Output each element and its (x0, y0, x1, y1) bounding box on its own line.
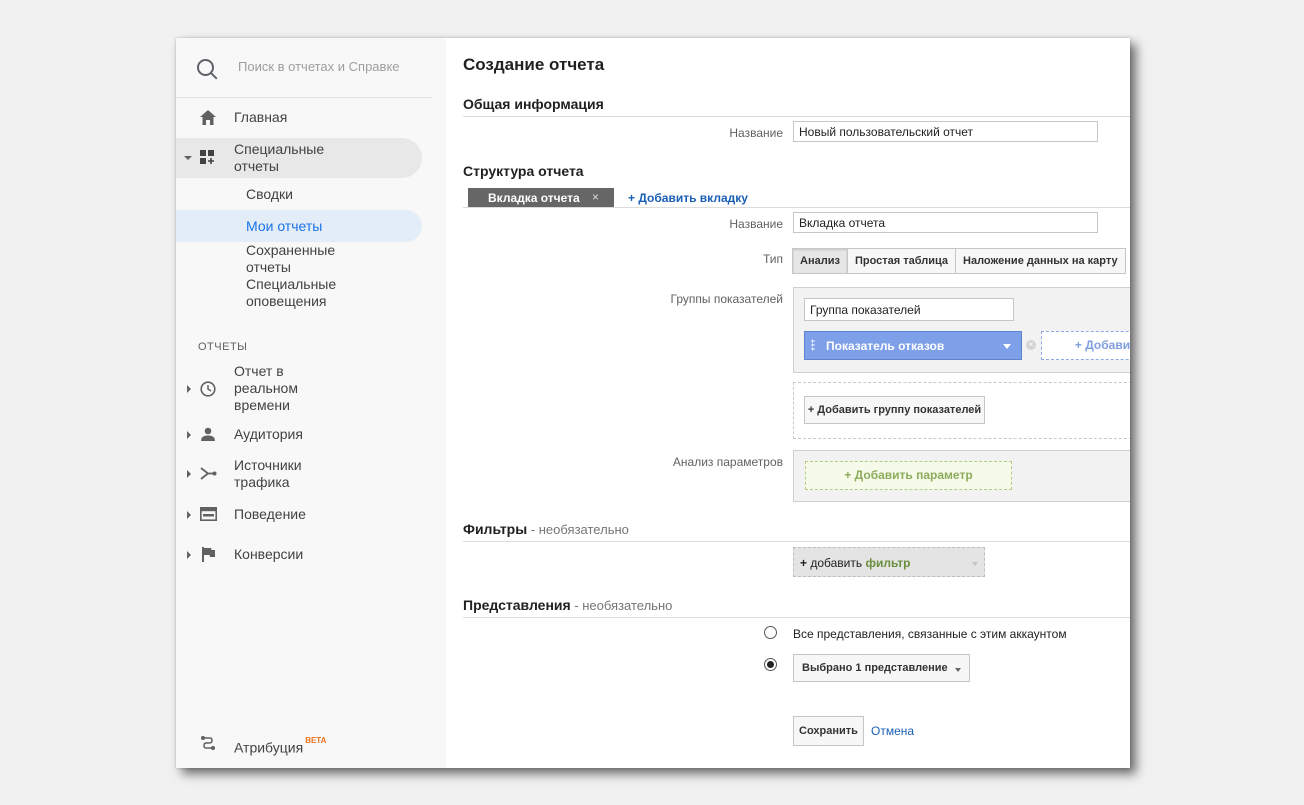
sidebar-item-conversions[interactable]: Конверсии (176, 545, 422, 565)
divider (463, 617, 1130, 618)
remove-icon[interactable]: × (1026, 340, 1036, 350)
sidebar-subitem-summaries[interactable]: Сводки (246, 186, 293, 203)
views-dropdown[interactable]: Выбрано 1 представление (793, 654, 970, 682)
sidebar-item-label: Атрибуция (234, 739, 304, 756)
reports-section-title: ОТЧЕТЫ (198, 341, 248, 353)
search-input[interactable] (238, 59, 402, 74)
views-heading: Представления - необязательно (463, 597, 672, 613)
add-metric-button[interactable]: + Добавить показатель (1041, 331, 1130, 360)
type-flat-table-button[interactable]: Простая таблица (846, 248, 957, 274)
metric-group-name-input[interactable] (804, 298, 1014, 321)
tab-name-input[interactable] (793, 212, 1098, 233)
tab-name-label: Название (729, 217, 783, 231)
add-dimension-button[interactable]: + Добавить параметр (805, 461, 1012, 490)
divider (463, 116, 1130, 117)
sidebar-item-label: Поведение (234, 506, 306, 522)
sidebar-item-custom-reports[interactable]: Специальные отчеты (176, 138, 422, 178)
chevron-right-icon (187, 551, 191, 559)
sidebar-item-label: Отчет в реальном времени (234, 363, 298, 413)
tab-report-tab[interactable]: Вкладка отчета × (468, 188, 614, 208)
filter-word: фильтр (865, 556, 911, 570)
sidebar-item-attribution[interactable]: Атрибуция BETA (176, 733, 422, 756)
person-icon (201, 427, 215, 441)
route-icon (201, 736, 215, 750)
sidebar: Главная Специальные отчеты Сводки Мои от… (176, 38, 446, 768)
sidebar-subitem-saved-reports[interactable]: Сохраненные отчеты (246, 242, 356, 276)
metric-groups-label: Группы показателей (670, 292, 783, 306)
chevron-down-icon (955, 668, 961, 672)
add-tab-link[interactable]: + Добавить вкладку (628, 191, 748, 205)
flag-icon (202, 547, 215, 562)
search-icon[interactable] (197, 59, 214, 76)
views-heading-text: Представления (463, 597, 571, 613)
radio-all-views[interactable] (764, 626, 777, 639)
app-window: Главная Специальные отчеты Сводки Мои от… (176, 38, 1130, 768)
page-title: Создание отчета (463, 55, 605, 74)
cancel-link[interactable]: Отмена (871, 724, 914, 738)
add-filter-button[interactable]: + добавить фильтр (793, 547, 985, 577)
metric-chip[interactable]: Показатель отказов (804, 331, 1022, 360)
optional-label: - необязательно (570, 598, 673, 613)
chevron-down-icon (184, 156, 192, 160)
sidebar-item-label: Главная (234, 109, 288, 125)
save-button[interactable]: Сохранить (793, 716, 864, 746)
chevron-right-icon (187, 431, 191, 439)
add-metric-group-button[interactable]: + Добавить группу показателей (804, 396, 985, 424)
divider (463, 207, 1130, 208)
radio-selected-views[interactable] (764, 658, 777, 671)
type-explorer-button[interactable]: Анализ (792, 248, 848, 274)
sidebar-item-label: Аудитория (234, 426, 303, 442)
clock-icon (200, 381, 216, 397)
sidebar-item-label: Специальные отчеты (234, 141, 325, 174)
type-map-overlay-button[interactable]: Наложение данных на карту (955, 248, 1126, 274)
optional-label: - необязательно (527, 522, 629, 537)
dashboard-add-icon (200, 150, 214, 164)
sidebar-item-behavior[interactable]: Поведение (176, 505, 422, 525)
chevron-right-icon (187, 385, 191, 393)
sidebar-item-acquisition[interactable]: Источники трафика (176, 456, 422, 492)
filters-heading-text: Фильтры (463, 521, 528, 537)
close-icon[interactable]: × (592, 190, 599, 204)
report-type-selector: Анализ Простая таблица Наложение данных … (792, 248, 1126, 274)
report-structure-heading: Структура отчета (463, 163, 584, 179)
chevron-right-icon (187, 470, 191, 478)
divider (463, 541, 1130, 542)
search-bar (176, 38, 432, 98)
type-label: Тип (762, 252, 783, 266)
dimension-drilldowns-label: Анализ параметров (672, 455, 783, 469)
add-word: добавить (810, 556, 863, 570)
sidebar-item-audience[interactable]: Аудитория (176, 425, 422, 445)
window-icon (200, 507, 217, 521)
sidebar-item-label: Конверсии (234, 546, 304, 562)
chevron-down-icon[interactable] (1003, 344, 1011, 349)
filters-heading: Фильтры - необязательно (463, 521, 629, 537)
views-dropdown-value: Выбрано 1 представление (802, 662, 948, 674)
drag-handle-icon[interactable] (811, 339, 815, 351)
chevron-down-icon (972, 562, 978, 566)
home-icon (200, 110, 216, 125)
report-name-input[interactable] (793, 121, 1098, 142)
chevron-right-icon (187, 511, 191, 519)
sidebar-item-realtime[interactable]: Отчет в реальном времени (176, 363, 422, 415)
sidebar-subitem-my-reports[interactable]: Мои отчеты (246, 218, 322, 235)
metric-label: Показатель отказов (826, 339, 945, 353)
merge-icon (200, 467, 217, 480)
report-name-label: Название (729, 126, 783, 140)
report-editor: Создание отчета Общая информация Названи… (446, 38, 1130, 768)
sidebar-item-label: Источники трафика (234, 457, 302, 490)
sidebar-item-home[interactable]: Главная (176, 108, 422, 128)
tab-label: Вкладка отчета (488, 191, 580, 205)
sidebar-subitem-custom-alerts[interactable]: Специальные оповещения (246, 276, 356, 310)
beta-badge: BETA (305, 736, 327, 745)
plus-text: + (800, 556, 811, 570)
all-views-label: Все представления, связанные с этим акка… (793, 627, 1067, 641)
general-info-heading: Общая информация (463, 96, 604, 112)
